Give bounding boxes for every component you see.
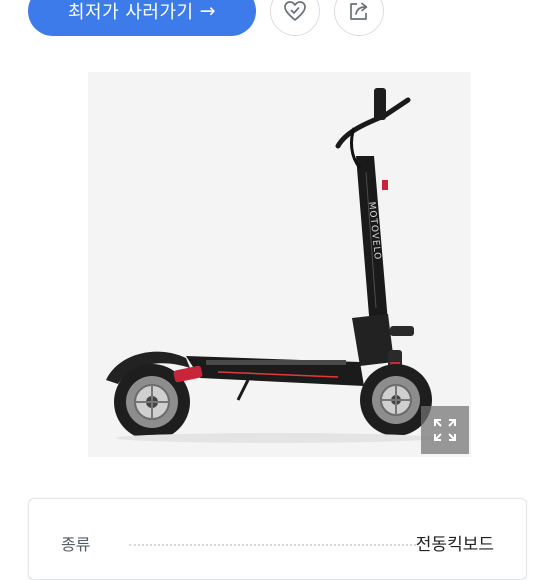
spec-value: 전동킥보드 <box>415 535 494 555</box>
buy-lowest-price-button[interactable]: 최저가 사러가기 → <box>28 0 256 36</box>
arrow-right-icon: → <box>199 0 217 22</box>
electric-scooter-illustration: MOTOVELO <box>106 88 436 443</box>
share-icon <box>350 2 368 20</box>
expand-icon <box>434 419 456 441</box>
spec-leader-dots <box>129 544 416 546</box>
share-button[interactable] <box>334 0 384 36</box>
buy-button-label: 최저가 사러가기 <box>67 2 194 23</box>
heart-check-icon <box>284 1 306 21</box>
expand-image-button[interactable] <box>421 406 469 454</box>
product-image[interactable]: MOTOVELO <box>88 72 471 457</box>
spec-card: 종류 전동킥보드 <box>28 498 527 580</box>
like-button[interactable] <box>270 0 320 36</box>
spec-label: 종류 <box>61 535 91 554</box>
